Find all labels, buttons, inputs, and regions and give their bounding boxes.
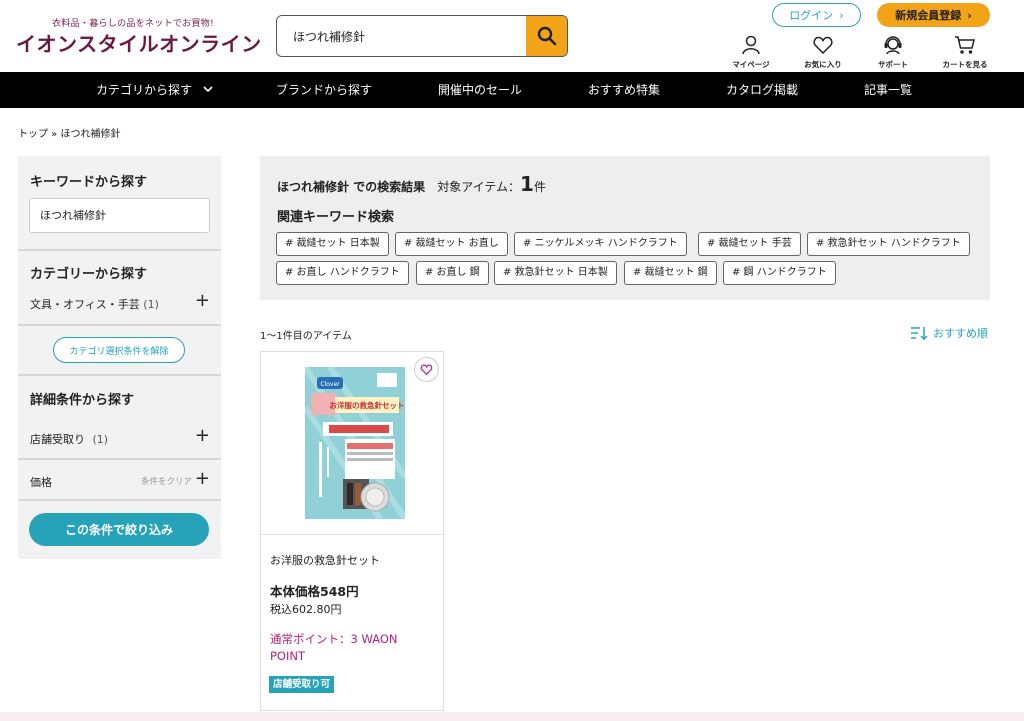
support-icon <box>884 36 902 55</box>
plus-icon[interactable]: + <box>195 427 210 445</box>
related-keyword-title: 関連キーワード検索 <box>277 210 395 225</box>
footer-strip <box>0 712 1024 721</box>
price-label: 価格 <box>30 476 52 489</box>
related-tag[interactable]: # 裁縫セット お直し <box>395 232 508 256</box>
nav-category[interactable]: カテゴリから探す <box>96 72 214 108</box>
product-image[interactable]: Clover お洋服の救急針セット <box>305 367 405 519</box>
category-item-stationery[interactable]: 文具・オフィス・手芸 (1) + <box>30 292 210 312</box>
keyword-input[interactable]: ほつれ補修針 <box>29 198 210 233</box>
sort-icon <box>911 327 928 340</box>
plus-icon[interactable]: + <box>195 470 210 488</box>
search-icon <box>537 26 556 46</box>
product-tax-price: 税込602.80円 <box>270 603 342 616</box>
product-points: 通常ポイント：3 WAON POINT <box>270 632 398 663</box>
person-icon <box>742 35 760 55</box>
filter-store-pickup[interactable]: 店舗受取り (1) + <box>30 427 210 447</box>
nav-category-label: カテゴリから探す <box>96 83 193 97</box>
support-link[interactable]: サポート <box>861 34 925 70</box>
register-button[interactable]: 新規会員登録 › <box>877 3 990 27</box>
related-tag[interactable]: # お直し 鋼 <box>416 261 489 285</box>
cart-link[interactable]: カートを見る <box>933 34 997 70</box>
related-tag[interactable]: # ニッケルメッキ ハンドクラフト <box>514 232 687 256</box>
nav-catalog[interactable]: カタログ掲載 <box>726 72 798 108</box>
favorites-label: お気に入り <box>804 60 842 69</box>
cart-label: カートを見る <box>942 60 988 69</box>
login-button[interactable]: ログイン › <box>772 3 861 27</box>
nav-feature[interactable]: おすすめ特集 <box>588 72 660 108</box>
divider <box>18 374 221 376</box>
store-pickup-label: 店舗受取り <box>30 433 85 446</box>
nav-brand[interactable]: ブランドから探す <box>276 72 372 108</box>
related-tag[interactable]: # 救急針セット ハンドクラフト <box>807 232 970 256</box>
keyword-title: キーワードから探す <box>30 175 148 190</box>
divider <box>18 499 221 501</box>
divider <box>18 249 221 251</box>
result-header: ほつれ補修針 での検索結果 対象アイテム：1件 <box>277 172 546 196</box>
chevron-right-icon: › <box>839 8 844 22</box>
mypage-label: マイページ <box>732 60 770 69</box>
chevron-right-icon: › <box>967 8 972 22</box>
category-item-count: (1) <box>143 298 159 311</box>
related-tag[interactable]: # お直し ハンドクラフト <box>276 261 409 285</box>
search-button[interactable] <box>526 16 567 56</box>
items-label: 対象アイテム：1件 <box>437 172 546 196</box>
items-label-text: 対象アイテム： <box>437 180 520 194</box>
chevron-down-icon <box>203 86 213 93</box>
search-input[interactable] <box>277 16 526 56</box>
product-price: 本体価格548円 <box>270 584 359 599</box>
package-title-text: お洋服の救急針セット <box>330 400 405 410</box>
related-tag[interactable]: # 鋼 ハンドクラフト <box>723 261 836 285</box>
store-pickup-count: (1) <box>92 433 109 446</box>
category-title: カテゴリーから探す <box>30 267 148 282</box>
sort-label: おすすめ順 <box>933 327 988 340</box>
nav-sale[interactable]: 開催中のセール <box>438 72 522 108</box>
breadcrumb[interactable]: トップ » ほつれ補修針 <box>18 125 120 140</box>
support-label: サポート <box>878 60 908 69</box>
package-brand-text: Clover <box>320 381 340 388</box>
global-nav: カテゴリから探す ブランドから探す 開催中のセール おすすめ特集 カタログ掲載 … <box>0 72 1024 108</box>
search-result-summary: ほつれ補修針 での検索結果 対象アイテム：1件 関連キーワード検索 # 裁縫セッ… <box>260 156 990 300</box>
related-tag[interactable]: # 救急針セット 日本製 <box>494 261 617 285</box>
plus-icon[interactable]: + <box>195 292 210 310</box>
filter-price[interactable]: 価格 条件をクリア + <box>30 470 210 490</box>
sort-dropdown[interactable]: おすすめ順 <box>910 325 988 341</box>
cart-icon <box>955 36 975 54</box>
items-unit: 件 <box>533 180 546 194</box>
heart-icon <box>420 364 433 376</box>
result-count-text: 1〜1件目のアイテム <box>260 331 352 342</box>
divider <box>261 534 443 535</box>
clear-condition-link[interactable]: 条件をクリア <box>141 475 192 487</box>
divider <box>18 324 221 326</box>
site-logo[interactable]: イオンスタイルオンライン <box>16 28 262 57</box>
site-header: 衣料品・暮らしの品をネットでお買物! イオンスタイルオンライン ログイン › 新… <box>0 0 1024 72</box>
category-item-label: 文具・オフィス・手芸 <box>30 298 140 311</box>
search-box <box>276 15 568 57</box>
query-label: ほつれ補修針 での検索結果 <box>277 180 426 194</box>
related-tag[interactable]: # 裁縫セット 日本製 <box>276 232 389 256</box>
clear-category-button[interactable]: カテゴリ選択条件を解除 <box>53 337 185 363</box>
mypage-link[interactable]: マイページ <box>719 34 783 70</box>
store-pickup-badge: 店舗受取り可 <box>269 676 335 693</box>
login-label: ログイン <box>789 9 834 22</box>
product-name[interactable]: お洋服の救急針セット <box>270 552 380 568</box>
nav-articles[interactable]: 記事一覧 <box>864 72 912 108</box>
apply-filter-button[interactable]: この条件で絞り込み <box>29 513 209 546</box>
search-sidebar: キーワードから探す ほつれ補修針 カテゴリーから探す 文具・オフィス・手芸 (1… <box>18 156 221 559</box>
heart-icon <box>813 36 833 55</box>
divider <box>18 458 221 460</box>
detail-title: 詳細条件から探す <box>30 393 135 408</box>
related-tag[interactable]: # 裁縫セット 手芸 <box>698 232 801 256</box>
related-tag[interactable]: # 裁縫セット 鋼 <box>624 261 717 285</box>
items-count: 1 <box>520 172 534 196</box>
product-card[interactable]: Clover お洋服の救急針セット お洋服の救急針セット 本体価格548円 税込… <box>260 351 444 711</box>
register-label: 新規会員登録 <box>895 9 962 22</box>
favorite-button[interactable] <box>414 357 439 382</box>
favorites-link[interactable]: お気に入り <box>791 34 855 70</box>
